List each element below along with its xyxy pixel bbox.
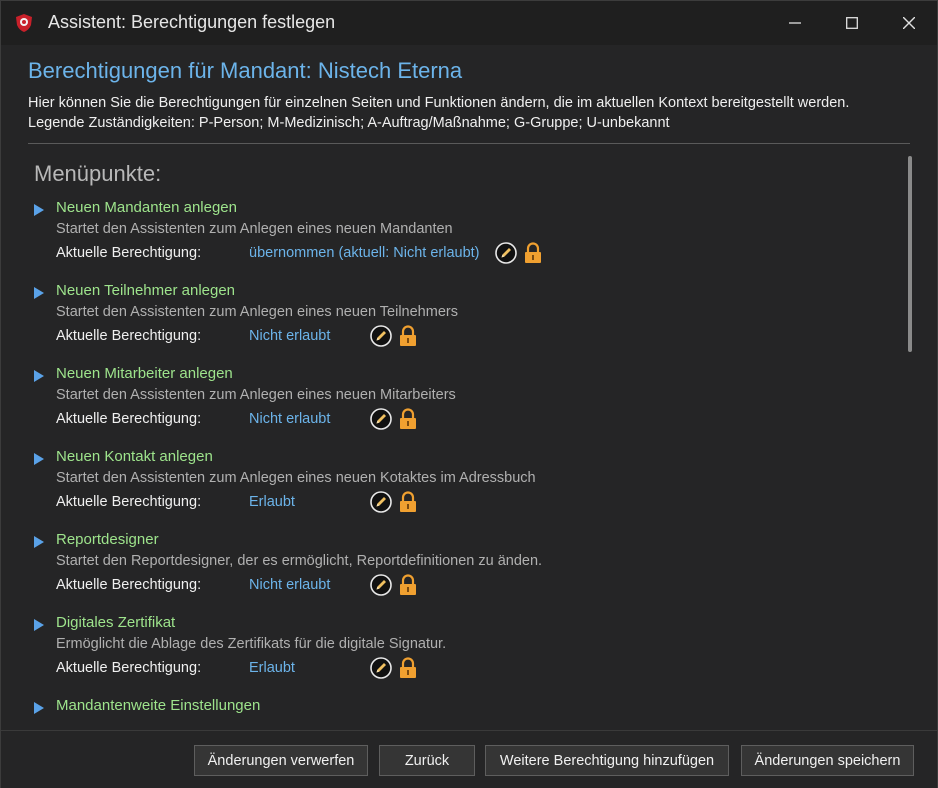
permission-value[interactable]: Nicht erlaubt bbox=[249, 411, 330, 427]
item-title[interactable]: Neuen Mandanten anlegen bbox=[56, 199, 237, 216]
lock-icon[interactable] bbox=[398, 408, 418, 430]
lock-icon[interactable] bbox=[398, 491, 418, 513]
item-title[interactable]: Neuen Teilnehmer anlegen bbox=[56, 282, 235, 299]
back-button[interactable]: Zurück bbox=[379, 745, 475, 776]
permission-value[interactable]: Erlaubt bbox=[249, 660, 295, 676]
permission-label: Aktuelle Berechtigung: bbox=[56, 660, 202, 676]
pencil-icon[interactable] bbox=[495, 242, 517, 264]
item-title[interactable]: Digitales Zertifikat bbox=[56, 614, 175, 631]
shield-icon bbox=[16, 14, 32, 32]
section-heading: Menüpunkte: bbox=[34, 161, 162, 186]
item-title[interactable]: Neuen Mitarbeiter anlegen bbox=[56, 365, 233, 382]
page-title: Berechtigungen für Mandant: Nistech Eter… bbox=[28, 58, 463, 83]
triangle-right-icon bbox=[34, 203, 44, 216]
discard-changes-button[interactable]: Änderungen verwerfen bbox=[194, 745, 368, 776]
permission-label: Aktuelle Berechtigung: bbox=[56, 245, 202, 261]
permission-label: Aktuelle Berechtigung: bbox=[56, 577, 202, 593]
close-button[interactable] bbox=[887, 7, 931, 39]
pencil-icon[interactable] bbox=[370, 408, 392, 430]
triangle-right-icon bbox=[34, 286, 44, 299]
expand-toggle[interactable] bbox=[34, 199, 44, 219]
item-description: Startet den Assistenten zum Anlegen eine… bbox=[56, 387, 456, 403]
maximize-icon bbox=[846, 17, 858, 29]
lock-icon[interactable] bbox=[398, 325, 418, 347]
lock-icon[interactable] bbox=[398, 574, 418, 596]
pencil-icon[interactable] bbox=[370, 325, 392, 347]
lock-icon[interactable] bbox=[398, 657, 418, 679]
scrollbar-thumb[interactable] bbox=[908, 156, 912, 352]
item-description: Startet den Assistenten zum Anlegen eine… bbox=[56, 470, 536, 486]
pencil-icon[interactable] bbox=[370, 657, 392, 679]
permission-value[interactable]: Erlaubt bbox=[249, 494, 295, 510]
dialog-window: Assistent: Berechtigungen festlegen Bere… bbox=[0, 0, 938, 788]
maximize-button[interactable] bbox=[830, 7, 874, 39]
expand-toggle[interactable] bbox=[34, 448, 44, 468]
item-description: Startet den Reportdesigner, der es ermög… bbox=[56, 553, 543, 569]
item-title[interactable]: Neuen Kontakt anlegen bbox=[56, 448, 213, 465]
item-description: Startet den Assistenten zum Anlegen eine… bbox=[56, 304, 458, 320]
legend-line: Legende Zuständigkeiten: P-Person; M-Med… bbox=[28, 115, 670, 131]
description-line: Hier können Sie die Berechtigungen für e… bbox=[28, 95, 850, 111]
permission-label: Aktuelle Berechtigung: bbox=[56, 328, 202, 344]
minimize-button[interactable] bbox=[773, 7, 817, 39]
lock-icon[interactable] bbox=[523, 242, 543, 264]
page-description: Hier können Sie die Berechtigungen für e… bbox=[28, 93, 908, 133]
close-icon bbox=[903, 17, 915, 29]
item-description: Ermöglicht die Ablage des Zertifikats fü… bbox=[56, 636, 447, 652]
dialog-footer: Änderungen verwerfen Zurück Weitere Bere… bbox=[1, 730, 937, 788]
permission-label: Aktuelle Berechtigung: bbox=[56, 494, 202, 510]
triangle-right-icon bbox=[34, 369, 44, 382]
permission-value[interactable]: Nicht erlaubt bbox=[249, 577, 330, 593]
permission-item: Mandantenweite Einstellungen bbox=[34, 697, 874, 719]
minimize-icon bbox=[789, 22, 801, 24]
header-divider bbox=[28, 143, 910, 144]
item-description: Startet den Assistenten zum Anlegen eine… bbox=[56, 221, 453, 237]
triangle-right-icon bbox=[34, 452, 44, 465]
expand-toggle[interactable] bbox=[34, 614, 44, 634]
triangle-right-icon bbox=[34, 618, 44, 631]
pencil-icon[interactable] bbox=[370, 491, 392, 513]
permission-value[interactable]: Nicht erlaubt bbox=[249, 328, 330, 344]
pencil-icon[interactable] bbox=[370, 574, 392, 596]
triangle-right-icon bbox=[34, 535, 44, 548]
expand-toggle[interactable] bbox=[34, 531, 44, 551]
window-title: Assistent: Berechtigungen festlegen bbox=[48, 12, 336, 32]
triangle-right-icon bbox=[34, 701, 44, 714]
item-title[interactable]: Reportdesigner bbox=[56, 531, 159, 548]
expand-toggle[interactable] bbox=[34, 282, 44, 302]
save-changes-button[interactable]: Änderungen speichern bbox=[741, 745, 914, 776]
permission-label: Aktuelle Berechtigung: bbox=[56, 411, 202, 427]
expand-toggle[interactable] bbox=[34, 697, 44, 717]
item-title[interactable]: Mandantenweite Einstellungen bbox=[56, 697, 260, 714]
add-permission-button[interactable]: Weitere Berechtigung hinzufügen bbox=[485, 745, 729, 776]
expand-toggle[interactable] bbox=[34, 365, 44, 385]
permission-value[interactable]: übernommen (aktuell: Nicht erlaubt) bbox=[249, 245, 480, 261]
title-bar[interactable]: Assistent: Berechtigungen festlegen bbox=[1, 1, 937, 45]
